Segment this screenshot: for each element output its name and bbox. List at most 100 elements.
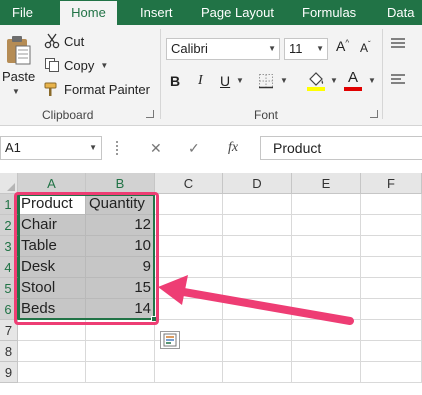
cell-c4[interactable]	[155, 257, 223, 278]
italic-button[interactable]: I	[198, 71, 203, 91]
cell-f5[interactable]	[361, 278, 422, 299]
row-header-5[interactable]: 5	[0, 278, 18, 299]
cell-f8[interactable]	[361, 341, 422, 362]
cell-d1[interactable]	[223, 194, 292, 215]
column-header-b[interactable]: B	[86, 173, 155, 194]
tab-insert[interactable]: Insert	[138, 0, 175, 25]
row-header-1[interactable]: 1	[0, 194, 18, 215]
cell-b5[interactable]: 15	[86, 278, 155, 299]
quick-analysis-button[interactable]	[160, 331, 180, 349]
copy-button[interactable]: Copy ▼	[44, 55, 108, 75]
cell-f7[interactable]	[361, 320, 422, 341]
cell-b9[interactable]	[86, 362, 155, 383]
cell-e3[interactable]	[292, 236, 361, 257]
cell-b2[interactable]: 12	[86, 215, 155, 236]
select-all-button[interactable]	[0, 173, 18, 194]
font-size-dropdown-icon[interactable]: ▼	[316, 39, 324, 59]
tab-home[interactable]: Home	[60, 1, 117, 25]
cell-d9[interactable]	[223, 362, 292, 383]
cell-f4[interactable]	[361, 257, 422, 278]
cell-a3[interactable]: Table	[18, 236, 86, 257]
cell-e1[interactable]	[292, 194, 361, 215]
cell-d3[interactable]	[223, 236, 292, 257]
row-header-2[interactable]: 2	[0, 215, 18, 236]
formula-bar-grip[interactable]	[116, 141, 118, 155]
cell-c9[interactable]	[155, 362, 223, 383]
cell-f6[interactable]	[361, 299, 422, 320]
cut-button[interactable]: Cut	[44, 31, 84, 51]
cell-d5[interactable]	[223, 278, 292, 299]
fill-color-dropdown-icon[interactable]: ▼	[330, 76, 338, 85]
cancel-entry-icon[interactable]: ✕	[150, 140, 162, 157]
cell-a7[interactable]	[18, 320, 86, 341]
cell-e9[interactable]	[292, 362, 361, 383]
cell-d7[interactable]	[223, 320, 292, 341]
cell-f9[interactable]	[361, 362, 422, 383]
cell-a4[interactable]: Desk	[18, 257, 86, 278]
row-header-4[interactable]: 4	[0, 257, 18, 278]
paste-icon[interactable]	[6, 35, 32, 67]
insert-function-icon[interactable]: fx	[228, 140, 238, 156]
column-header-a[interactable]: A	[18, 173, 86, 194]
decrease-font-size-icon[interactable]: Aˇ	[360, 40, 371, 55]
cell-d8[interactable]	[223, 341, 292, 362]
cell-b4[interactable]: 9	[86, 257, 155, 278]
format-painter-button[interactable]: Format Painter	[44, 79, 150, 99]
clipboard-dialog-launcher-icon[interactable]	[146, 110, 154, 118]
cell-e8[interactable]	[292, 341, 361, 362]
paste-button[interactable]: Paste	[2, 69, 35, 84]
cell-b3[interactable]: 10	[86, 236, 155, 257]
cell-e4[interactable]	[292, 257, 361, 278]
enter-entry-icon[interactable]: ✓	[188, 140, 200, 157]
fill-handle[interactable]	[151, 316, 157, 322]
cell-e2[interactable]	[292, 215, 361, 236]
cell-a6[interactable]: Beds	[18, 299, 86, 320]
cell-b1[interactable]: Quantity	[86, 194, 155, 215]
cell-e7[interactable]	[292, 320, 361, 341]
cell-b6[interactable]: 14	[86, 299, 155, 320]
column-header-d[interactable]: D	[223, 173, 292, 194]
cell-b8[interactable]	[86, 341, 155, 362]
font-dialog-launcher-icon[interactable]	[370, 110, 378, 118]
font-name-box[interactable]: Calibri ▼	[166, 38, 280, 60]
align-left-icon[interactable]	[390, 73, 406, 87]
font-color-dropdown-icon[interactable]: ▼	[368, 76, 376, 85]
bold-button[interactable]: B	[170, 71, 180, 91]
tab-data[interactable]: Data	[385, 0, 416, 25]
row-header-3[interactable]: 3	[0, 236, 18, 257]
borders-icon[interactable]	[258, 73, 274, 89]
cell-d2[interactable]	[223, 215, 292, 236]
name-box-dropdown-icon[interactable]: ▼	[89, 137, 97, 159]
paste-dropdown-icon[interactable]: ▼	[12, 87, 20, 96]
underline-dropdown-icon[interactable]: ▼	[236, 76, 244, 85]
increase-font-size-icon[interactable]: A^	[336, 38, 349, 54]
cell-a8[interactable]	[18, 341, 86, 362]
copy-dropdown-icon[interactable]: ▼	[100, 61, 108, 70]
cell-c3[interactable]	[155, 236, 223, 257]
row-header-8[interactable]: 8	[0, 341, 18, 362]
cell-f2[interactable]	[361, 215, 422, 236]
underline-button[interactable]: U	[220, 71, 230, 91]
tab-file[interactable]: File	[10, 0, 35, 25]
row-header-7[interactable]: 7	[0, 320, 18, 341]
formula-input[interactable]: Product	[260, 136, 422, 160]
row-header-9[interactable]: 9	[0, 362, 18, 383]
cell-a2[interactable]: Chair	[18, 215, 86, 236]
cell-d4[interactable]	[223, 257, 292, 278]
column-header-c[interactable]: C	[155, 173, 223, 194]
cell-d6[interactable]	[223, 299, 292, 320]
row-header-6[interactable]: 6	[0, 299, 18, 320]
tab-page-layout[interactable]: Page Layout	[199, 0, 276, 25]
cell-a5[interactable]: Stool	[18, 278, 86, 299]
cell-a9[interactable]	[18, 362, 86, 383]
cell-b7[interactable]	[86, 320, 155, 341]
cell-c2[interactable]	[155, 215, 223, 236]
align-top-icon[interactable]	[390, 37, 406, 51]
cell-c5[interactable]	[155, 278, 223, 299]
borders-dropdown-icon[interactable]: ▼	[280, 76, 288, 85]
cell-a1[interactable]: Product	[18, 194, 86, 215]
tab-formulas[interactable]: Formulas	[300, 0, 358, 25]
column-header-e[interactable]: E	[292, 173, 361, 194]
font-color-icon[interactable]: A	[344, 70, 362, 91]
cell-f3[interactable]	[361, 236, 422, 257]
